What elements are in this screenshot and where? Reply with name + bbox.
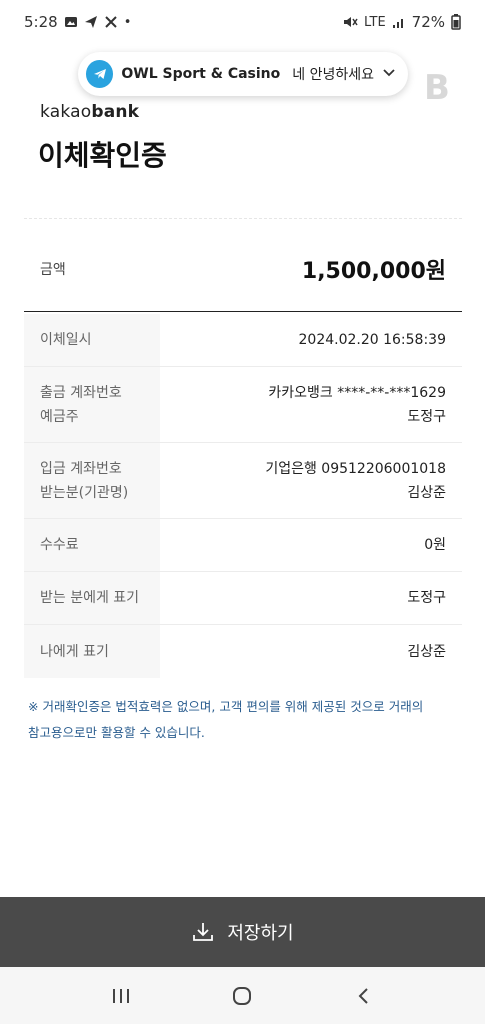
table-row: 나에게 표기 김상준 [24,625,462,678]
amount-row: 금액 1,500,000원 [24,226,462,312]
battery-icon [451,14,461,30]
row-label: 수수료 [40,537,79,553]
row-value: 0원 [424,537,446,553]
status-time: 5:28 [24,13,58,31]
row-value: 카카오뱅크 ****-**-***1629 도정구 [268,384,446,425]
signal-icon [392,19,403,28]
table-row: 수수료 0원 [24,519,462,572]
battery-percent: 72% [411,13,445,31]
status-right: LTE 72% [342,13,461,31]
tools-icon [104,16,117,28]
mute-icon [344,17,358,27]
table-row: 출금 계좌번호 예금주 카카오뱅크 ****-**-***1629 도정구 [24,367,462,443]
notification-pill[interactable]: OWL Sport & Casino 네 안녕하세요 [78,52,408,96]
notification-message: 네 안녕하세요 [292,67,374,83]
detail-table: 이체일시 2024.02.20 16:58:39 출금 계좌번호 예금주 카카오뱅… [24,314,462,678]
status-bar: 5:28 • LTE 72% [0,0,485,44]
dot-icon: • [123,14,132,30]
download-icon [193,923,214,941]
row-value: 도정구 [407,590,446,606]
navigation-bar [0,967,485,1024]
telegram-icon [86,60,114,88]
brand-logo: kakaobank [40,102,140,122]
watermark-logo: B [424,68,450,108]
table-row: 이체일시 2024.02.20 16:58:39 [24,314,462,367]
notification-title: OWL Sport & Casino [121,66,281,82]
row-label: 이체일시 [40,332,92,348]
row-label: 나에게 표기 [40,643,109,660]
divider [24,218,462,219]
row-value: 기업은행 09512206001018 김상준 [265,460,446,501]
home-icon[interactable] [222,976,262,1016]
page-title: 이체확인증 [38,139,167,172]
table-row: 받는 분에게 표기 도정구 [24,572,462,625]
row-label: 입금 계좌번호 받는분(기관명) [40,460,129,501]
amount-value: 1,500,000원 [301,258,446,284]
row-label: 받는 분에게 표기 [40,590,140,606]
amount-label: 금액 [40,261,66,278]
row-label: 출금 계좌번호 예금주 [40,384,122,425]
save-label: 저장하기 [227,923,294,944]
send-icon [84,16,97,28]
notice-text: ※ 거래확인증은 법적효력은 없으며, 고객 편의를 위해 제공된 것으로 거래… [28,699,424,740]
row-value: 2024.02.20 16:58:39 [298,332,447,348]
chevron-down-icon[interactable] [382,66,396,82]
image-icon [64,17,77,27]
table-row: 입금 계좌번호 받는분(기관명) 기업은행 09512206001018 김상준 [24,443,462,519]
recents-icon[interactable] [101,976,141,1016]
status-left: 5:28 • [24,13,131,31]
row-value: 김상준 [407,643,446,660]
lte-label: LTE [364,14,386,30]
back-icon[interactable] [344,976,384,1016]
save-button[interactable]: 저장하기 [0,897,485,967]
